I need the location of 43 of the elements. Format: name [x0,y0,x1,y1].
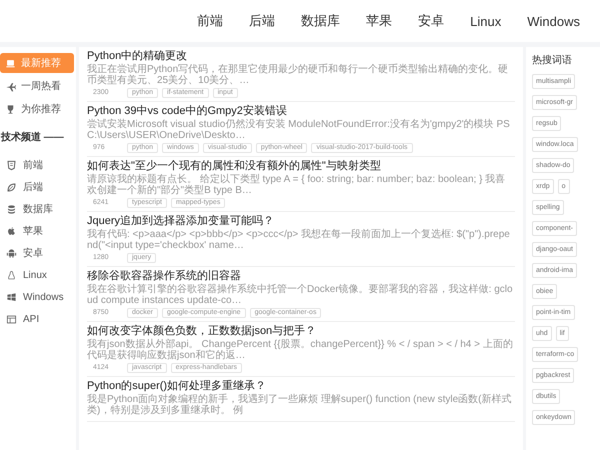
post-title[interactable]: Python中的精确更改 [87,50,515,63]
post-excerpt: 请原谅我的标题有点长。 给定以下类型 type A = { foo: string; bar: number; baz: boolean; } 我喜欢创建一个新的"部分"类型B type B… [87,174,506,196]
shield-icon [6,160,17,170]
section-title: 热搜词语 [532,54,573,67]
leaf-icon [6,182,17,192]
sidebar-item[interactable]: 一周热看 [0,76,74,96]
post-title[interactable]: Jquery追加到选择器添加变量可能吗？ [87,215,515,228]
card-icon [5,58,16,68]
channel-item[interactable]: 苹果 [0,220,76,242]
post-excerpt: 我是Python面向对象编程的新手，我遇到了一些麻烦 理解super() function (new style函数(新样式类)，特别是涉及到多重继承时。 例 [87,394,513,416]
nav-link[interactable]: 苹果 [366,12,392,30]
post-title[interactable]: 移除谷歌容器操作系统的旧容器 [87,270,515,283]
frame-icon [6,314,17,324]
nav-link[interactable]: 后端 [249,12,276,30]
channel-item[interactable]: 数据库 [0,198,76,220]
plane-icon [5,80,16,92]
post-excerpt: 我在谷歌计算引擎的谷歌容器操作系统中托管一个Docker镜像。要部署我的容器，我这样做: gcloud compute instances update-co… [87,284,514,306]
nav-link[interactable]: 安卓 [418,12,444,30]
post-excerpt: 我有json数据从外部api。 ChangePercent {{股票。changePercent}} % < / span > < / h4 > 上面的代码是获得响应数据json和它的返… [87,339,514,361]
channel-item[interactable]: 后端 [0,176,76,198]
nav-link[interactable]: Linux [470,14,502,28]
apple-icon [6,226,17,236]
post-title[interactable]: Python 39中vs code中的Gmpy2安装错误 [87,105,515,118]
nav-link[interactable]: 前端 [197,12,224,30]
sidebar-item[interactable]: 为你推荐 [0,99,74,119]
windows-icon [6,292,17,302]
nav-link[interactable]: Windows [527,14,580,28]
post-excerpt: 我有代码: <p>aaa</p> <p>bbb</p> <p>ccc</p> 我想在每一段前面加上一个复选框: $("p").prepend("<input type='checkbox' name… [87,229,511,251]
database-icon [6,204,17,214]
channel-item[interactable]: 前端 [0,154,76,176]
section-title: 技术频道 —— [0,130,65,144]
nav-link[interactable]: 数据库 [301,12,340,30]
post-excerpt: 我正在尝试用Python写代码，在那里它使用最少的硬币和每行一个硬币类型输出精确的变化。硬币类型有美元、25美分、10美分、… [87,64,510,86]
post-title[interactable]: 如何改变字体颜色负数，正数数据json与把手？ [87,325,515,338]
channel-item[interactable]: 安卓 [0,242,76,264]
trophy-icon [5,104,16,114]
post-title[interactable]: 如何表达"至少一个现有的属性和没有额外的属性"与映射类型 [87,160,515,173]
channel-item[interactable]: Linux [0,264,76,286]
post-excerpt: 尝试安装Microsoft visual studio仍然没有安装 ModuleNotFoundError:没有名为'gmpy2'的模块 PS C:\Users\USER\OneDrive\Deskto… [87,119,511,141]
channel-item[interactable]: API [0,308,76,330]
android-icon [6,248,17,258]
post-title[interactable]: Python的super()如何处理多重继承？ [87,380,515,393]
channel-item[interactable]: Windows [0,286,76,308]
